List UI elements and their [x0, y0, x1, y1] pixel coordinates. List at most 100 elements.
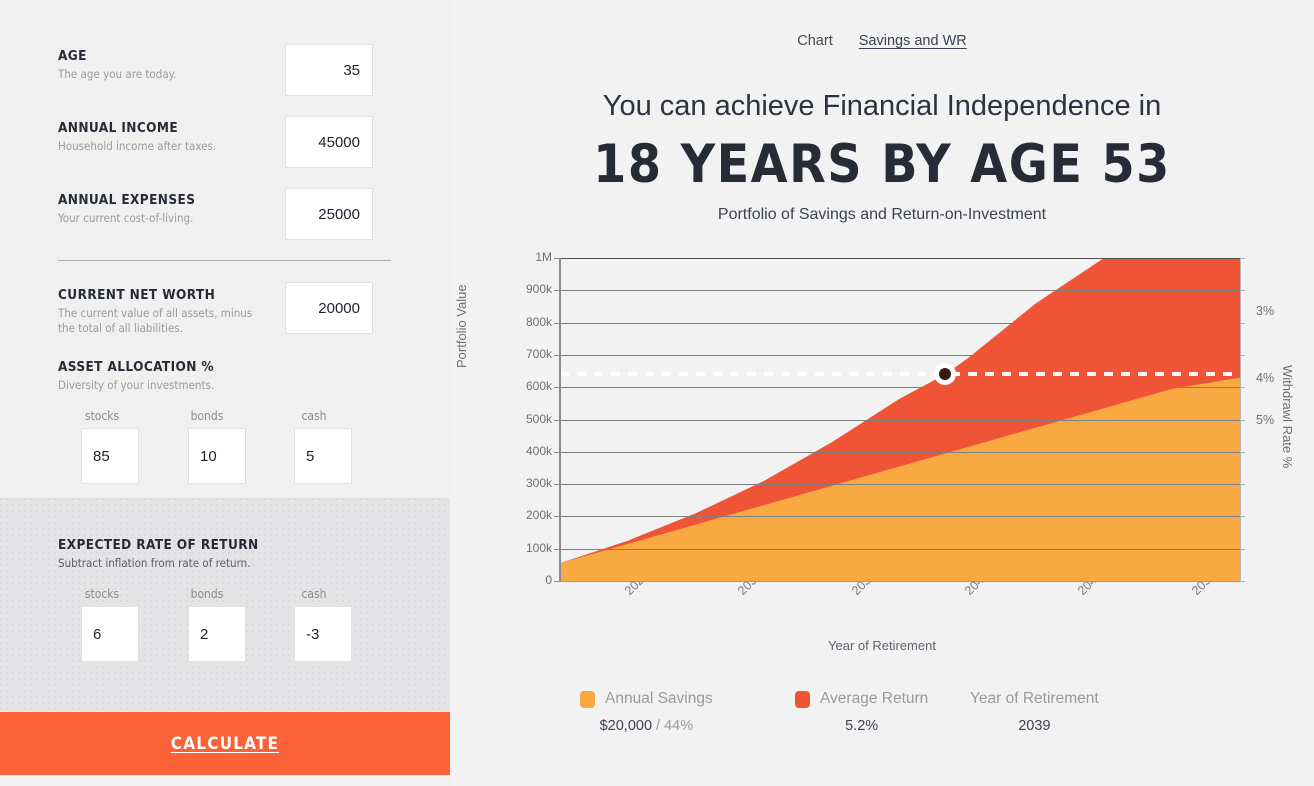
legend-label: Average Return: [820, 690, 929, 707]
current-net-worth-input[interactable]: 20000: [285, 282, 373, 334]
gridline: [560, 258, 1240, 259]
field-annual-expenses: ANNUAL EXPENSES Your current cost-of-liv…: [58, 192, 195, 226]
gridline: [560, 354, 1240, 356]
y2-tick-mark: [1241, 484, 1245, 486]
fi-calculator-page: AGE The age you are today. 35 ANNUAL INC…: [0, 0, 1314, 786]
gridline: [560, 516, 1240, 518]
gridline: [560, 322, 1240, 324]
legend-item: Average Return 5.2%: [795, 690, 928, 734]
y2-tick-mark: [1241, 354, 1245, 356]
gridline: [560, 290, 1240, 292]
field-annual-expenses-desc: Your current cost-of-living.: [58, 211, 194, 225]
field-annual-income-desc: Household income after taxes.: [58, 139, 217, 153]
results-panel: Chart Savings and WR You can achieve Fin…: [450, 0, 1314, 786]
y-tick-label: 300k: [525, 476, 552, 491]
legend-value: 2039: [1018, 718, 1051, 734]
legend-value: 5.2%: [845, 718, 879, 734]
legend-label: Year of Retirement: [970, 690, 1099, 707]
y2-tick-mark: [1241, 419, 1245, 421]
gridline: [560, 387, 1240, 389]
y-tick-label: 500k: [525, 411, 552, 426]
asset-allocation-desc: Diversity of your investments.: [58, 378, 215, 392]
gridline: [560, 451, 1240, 453]
y2-tick-mark: [1241, 387, 1245, 389]
sidebar-divider: [58, 260, 391, 261]
legend-swatch-icon: [580, 690, 595, 708]
legend-label: Annual Savings: [605, 690, 713, 707]
sidebar-rate-section: [0, 498, 450, 712]
chart-x-axis-label: Year of Retirement: [828, 638, 936, 653]
age-input[interactable]: 35: [285, 44, 373, 96]
alloc-bonds-input[interactable]: 10: [188, 428, 246, 484]
alloc-stocks-label: stocks: [84, 409, 120, 423]
y2-tick-mark: [1241, 581, 1245, 582]
y2-tick-mark: [1241, 290, 1245, 292]
y2-tick-mark: [1241, 516, 1245, 518]
ror-stocks-label: stocks: [84, 587, 120, 601]
chart-plot-area: [560, 258, 1240, 581]
alloc-cash-label: cash: [301, 409, 327, 423]
calculate-button-label: CALCULATE: [170, 733, 280, 754]
ror-bonds-input[interactable]: 2: [188, 606, 246, 662]
legend-item: Year of Retirement 2039: [970, 690, 1099, 734]
field-asset-allocation: ASSET ALLOCATION % Diversity of your inv…: [58, 359, 214, 393]
legend-item: Annual Savings $20,000 / 44%: [580, 690, 713, 734]
withdrawl-rate-dashed-line: [560, 372, 1240, 377]
ror-cash-input[interactable]: -3: [294, 606, 352, 662]
y-tick-label: 900k: [525, 282, 552, 297]
field-age: AGE The age you are today.: [58, 48, 176, 82]
y-tick-label: 700k: [525, 346, 552, 361]
inputs-sidebar: AGE The age you are today. 35 ANNUAL INC…: [0, 0, 450, 786]
y2-tick-label: 5%: [1256, 413, 1275, 427]
y-tick-label: 100k: [525, 540, 552, 555]
ror-stocks-input[interactable]: 6: [81, 606, 139, 662]
y-tick-label: 1M: [535, 250, 552, 264]
portfolio-chart: Portfolio Value Withdrawl Rate % 0 100k 20…: [450, 240, 1314, 670]
field-current-net-worth-label: CURRENT NET WORTH: [58, 287, 216, 303]
alloc-stocks-input[interactable]: 85: [81, 428, 139, 484]
gridline: [560, 419, 1240, 421]
gridline: [560, 548, 1240, 550]
y-tick-label: 0: [545, 573, 552, 587]
y2-tick-mark: [1241, 548, 1245, 550]
chart-y2-axis-line: [1240, 258, 1241, 582]
y2-tick-mark: [1241, 258, 1245, 259]
field-current-net-worth-desc: The current value of all assets, minus t…: [58, 306, 253, 335]
chart-y-axis-label: Portfolio Value: [454, 284, 469, 368]
headline-years-to-fi: 18 YEARS BY AGE 53: [593, 134, 1171, 195]
field-annual-income-label: ANNUAL INCOME: [58, 120, 179, 136]
marker-dot-icon: [939, 368, 952, 381]
headline-primary: You can achieve Financial Independence i…: [602, 90, 1162, 122]
field-expected-rate-of-return: EXPECTED RATE OF RETURN Subtract inflati…: [58, 537, 259, 571]
sidebar-footer-spacer: [0, 775, 450, 786]
field-annual-expenses-label: ANNUAL EXPENSES: [58, 192, 196, 208]
y2-tick-label: 3%: [1256, 304, 1275, 318]
legend-value-suffix: / 44%: [652, 718, 694, 734]
y2-tick-mark: [1241, 322, 1245, 324]
gridline: [560, 484, 1240, 486]
calculate-button[interactable]: CALCULATE: [0, 712, 450, 775]
asset-allocation-label: ASSET ALLOCATION %: [58, 359, 214, 375]
rate-of-return-desc: Subtract inflation from rate of return.: [58, 556, 251, 570]
rate-of-return-label: EXPECTED RATE OF RETURN: [58, 537, 259, 553]
field-current-net-worth: CURRENT NET WORTH The current value of a…: [58, 287, 263, 335]
ror-cash-label: cash: [301, 587, 327, 601]
annual-expenses-input[interactable]: 25000: [285, 188, 373, 240]
view-tabs: Chart Savings and WR: [450, 33, 1314, 49]
y2-tick-label: 4%: [1256, 371, 1275, 385]
chart-x-axis-line: [559, 581, 1241, 582]
alloc-bonds-label: bonds: [190, 409, 224, 423]
y-tick-label: 400k: [525, 443, 552, 458]
alloc-cash-input[interactable]: 5: [294, 428, 352, 484]
tab-chart[interactable]: Chart: [797, 33, 832, 49]
chart-y-axis-line: [559, 258, 561, 582]
y-tick-label: 800k: [525, 314, 552, 329]
tab-savings-and-wr[interactable]: Savings and WR: [859, 33, 967, 49]
ror-bonds-label: bonds: [190, 587, 224, 601]
chart-y2-axis-label: Withdrawl Rate %: [1280, 365, 1295, 469]
y-tick-label: 600k: [525, 379, 552, 394]
field-age-desc: The age you are today.: [58, 67, 177, 81]
field-annual-income: ANNUAL INCOME Household income after tax…: [58, 120, 216, 154]
legend-value: $20,000 / 44%: [599, 718, 694, 734]
annual-income-input[interactable]: 45000: [285, 116, 373, 168]
